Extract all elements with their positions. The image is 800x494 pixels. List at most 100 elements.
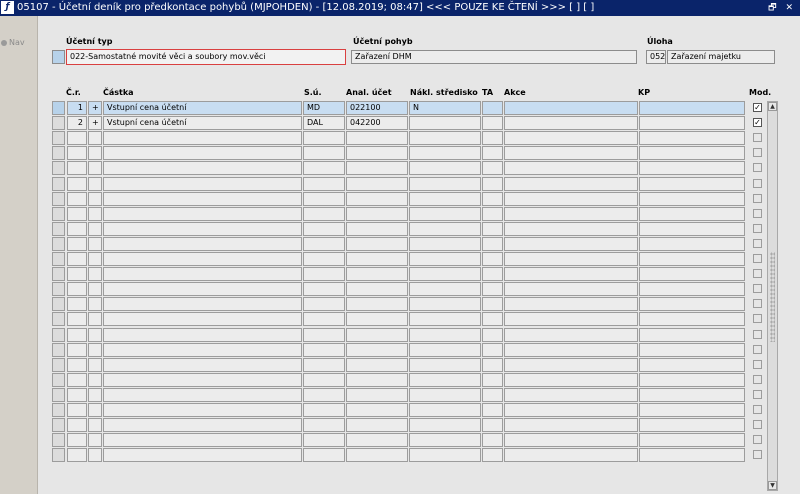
cell-cr[interactable] [67,237,87,251]
cell-ta[interactable] [482,297,503,311]
cell-akce[interactable] [504,418,638,432]
cell-akce[interactable] [504,207,638,221]
cell-castka[interactable] [103,433,302,447]
cell-anal-ucet[interactable] [346,403,408,417]
cell-sign[interactable] [88,267,102,281]
cell-su[interactable] [303,146,345,160]
cell-kp[interactable] [639,267,745,281]
cell-castka[interactable] [103,418,302,432]
cell-anal-ucet[interactable] [346,448,408,462]
cell-cr[interactable]: 1 [67,101,87,115]
cell-cr[interactable] [67,222,87,236]
cell-kp[interactable] [639,177,745,191]
cell-kp[interactable] [639,418,745,432]
cell-ta[interactable] [482,448,503,462]
cell-kp[interactable] [639,146,745,160]
scroll-down-icon[interactable]: ▼ [768,481,777,490]
vertical-scrollbar[interactable]: ▲ ▼ [767,101,778,491]
row-indicator[interactable] [52,343,65,357]
cell-nakl-stredisko[interactable] [409,297,481,311]
cell-akce[interactable] [504,373,638,387]
cell-castka[interactable] [103,207,302,221]
cell-castka[interactable] [103,358,302,372]
cell-ta[interactable] [482,358,503,372]
row-indicator[interactable] [52,101,65,115]
mod-checkbox[interactable] [753,390,762,399]
cell-anal-ucet[interactable] [346,343,408,357]
cell-kp[interactable] [639,282,745,296]
cell-kp[interactable] [639,192,745,206]
cell-su[interactable] [303,237,345,251]
cell-sign[interactable] [88,418,102,432]
row-indicator[interactable] [52,131,65,145]
row-indicator[interactable] [52,116,65,130]
cell-sign[interactable] [88,297,102,311]
mod-checkbox[interactable] [753,420,762,429]
cell-nakl-stredisko[interactable] [409,177,481,191]
cell-akce[interactable] [504,146,638,160]
cell-ta[interactable] [482,343,503,357]
cell-castka[interactable] [103,343,302,357]
cell-cr[interactable] [67,433,87,447]
cell-ta[interactable] [482,207,503,221]
cell-cr[interactable] [67,358,87,372]
cell-ta[interactable] [482,101,503,115]
mod-checkbox[interactable] [753,435,762,444]
cell-su[interactable] [303,373,345,387]
scroll-up-icon[interactable]: ▲ [768,102,777,111]
cell-kp[interactable] [639,403,745,417]
cell-cr[interactable] [67,177,87,191]
cell-cr[interactable] [67,403,87,417]
cell-su[interactable] [303,358,345,372]
cell-su[interactable] [303,418,345,432]
mod-checkbox[interactable] [753,148,762,157]
cell-su[interactable] [303,433,345,447]
cell-ta[interactable] [482,328,503,342]
cell-sign[interactable] [88,388,102,402]
cell-nakl-stredisko[interactable] [409,207,481,221]
cell-cr[interactable] [67,373,87,387]
cell-castka[interactable] [103,373,302,387]
cell-cr[interactable] [67,297,87,311]
cell-su[interactable] [303,161,345,175]
mod-checkbox[interactable] [753,345,762,354]
cell-cr[interactable] [67,267,87,281]
cell-anal-ucet[interactable] [346,192,408,206]
cell-ta[interactable] [482,282,503,296]
row-indicator[interactable] [52,207,65,221]
mod-checkbox[interactable] [753,269,762,278]
cell-ta[interactable] [482,116,503,130]
row-indicator[interactable] [52,192,65,206]
row-indicator[interactable] [52,146,65,160]
cell-kp[interactable] [639,328,745,342]
cell-nakl-stredisko[interactable]: N [409,101,481,115]
cell-kp[interactable] [639,343,745,357]
cell-cr[interactable] [67,282,87,296]
cell-anal-ucet[interactable] [346,418,408,432]
cell-sign[interactable] [88,328,102,342]
cell-akce[interactable] [504,282,638,296]
cell-anal-ucet[interactable] [346,297,408,311]
cell-castka[interactable]: Vstupní cena účetní [103,116,302,130]
cell-sign[interactable] [88,358,102,372]
cell-anal-ucet[interactable] [346,388,408,402]
cell-akce[interactable] [504,312,638,326]
row-indicator[interactable] [52,448,65,462]
cell-sign[interactable] [88,146,102,160]
cell-su[interactable] [303,388,345,402]
cell-castka[interactable] [103,146,302,160]
row-indicator[interactable] [52,161,65,175]
cell-anal-ucet[interactable] [346,177,408,191]
cell-anal-ucet[interactable] [346,312,408,326]
cell-castka[interactable] [103,131,302,145]
cell-kp[interactable] [639,101,745,115]
cell-sign[interactable] [88,373,102,387]
cell-castka[interactable] [103,192,302,206]
cell-su[interactable]: DAL [303,116,345,130]
ucetni-typ-field[interactable]: 022-Samostatné movité věci a soubory mov… [66,49,346,65]
row-indicator[interactable] [52,418,65,432]
mod-checkbox[interactable] [753,254,762,263]
mod-checkbox[interactable] [753,224,762,233]
cell-sign[interactable] [88,403,102,417]
window-controls[interactable]: 🗗 ✕ [768,0,796,16]
